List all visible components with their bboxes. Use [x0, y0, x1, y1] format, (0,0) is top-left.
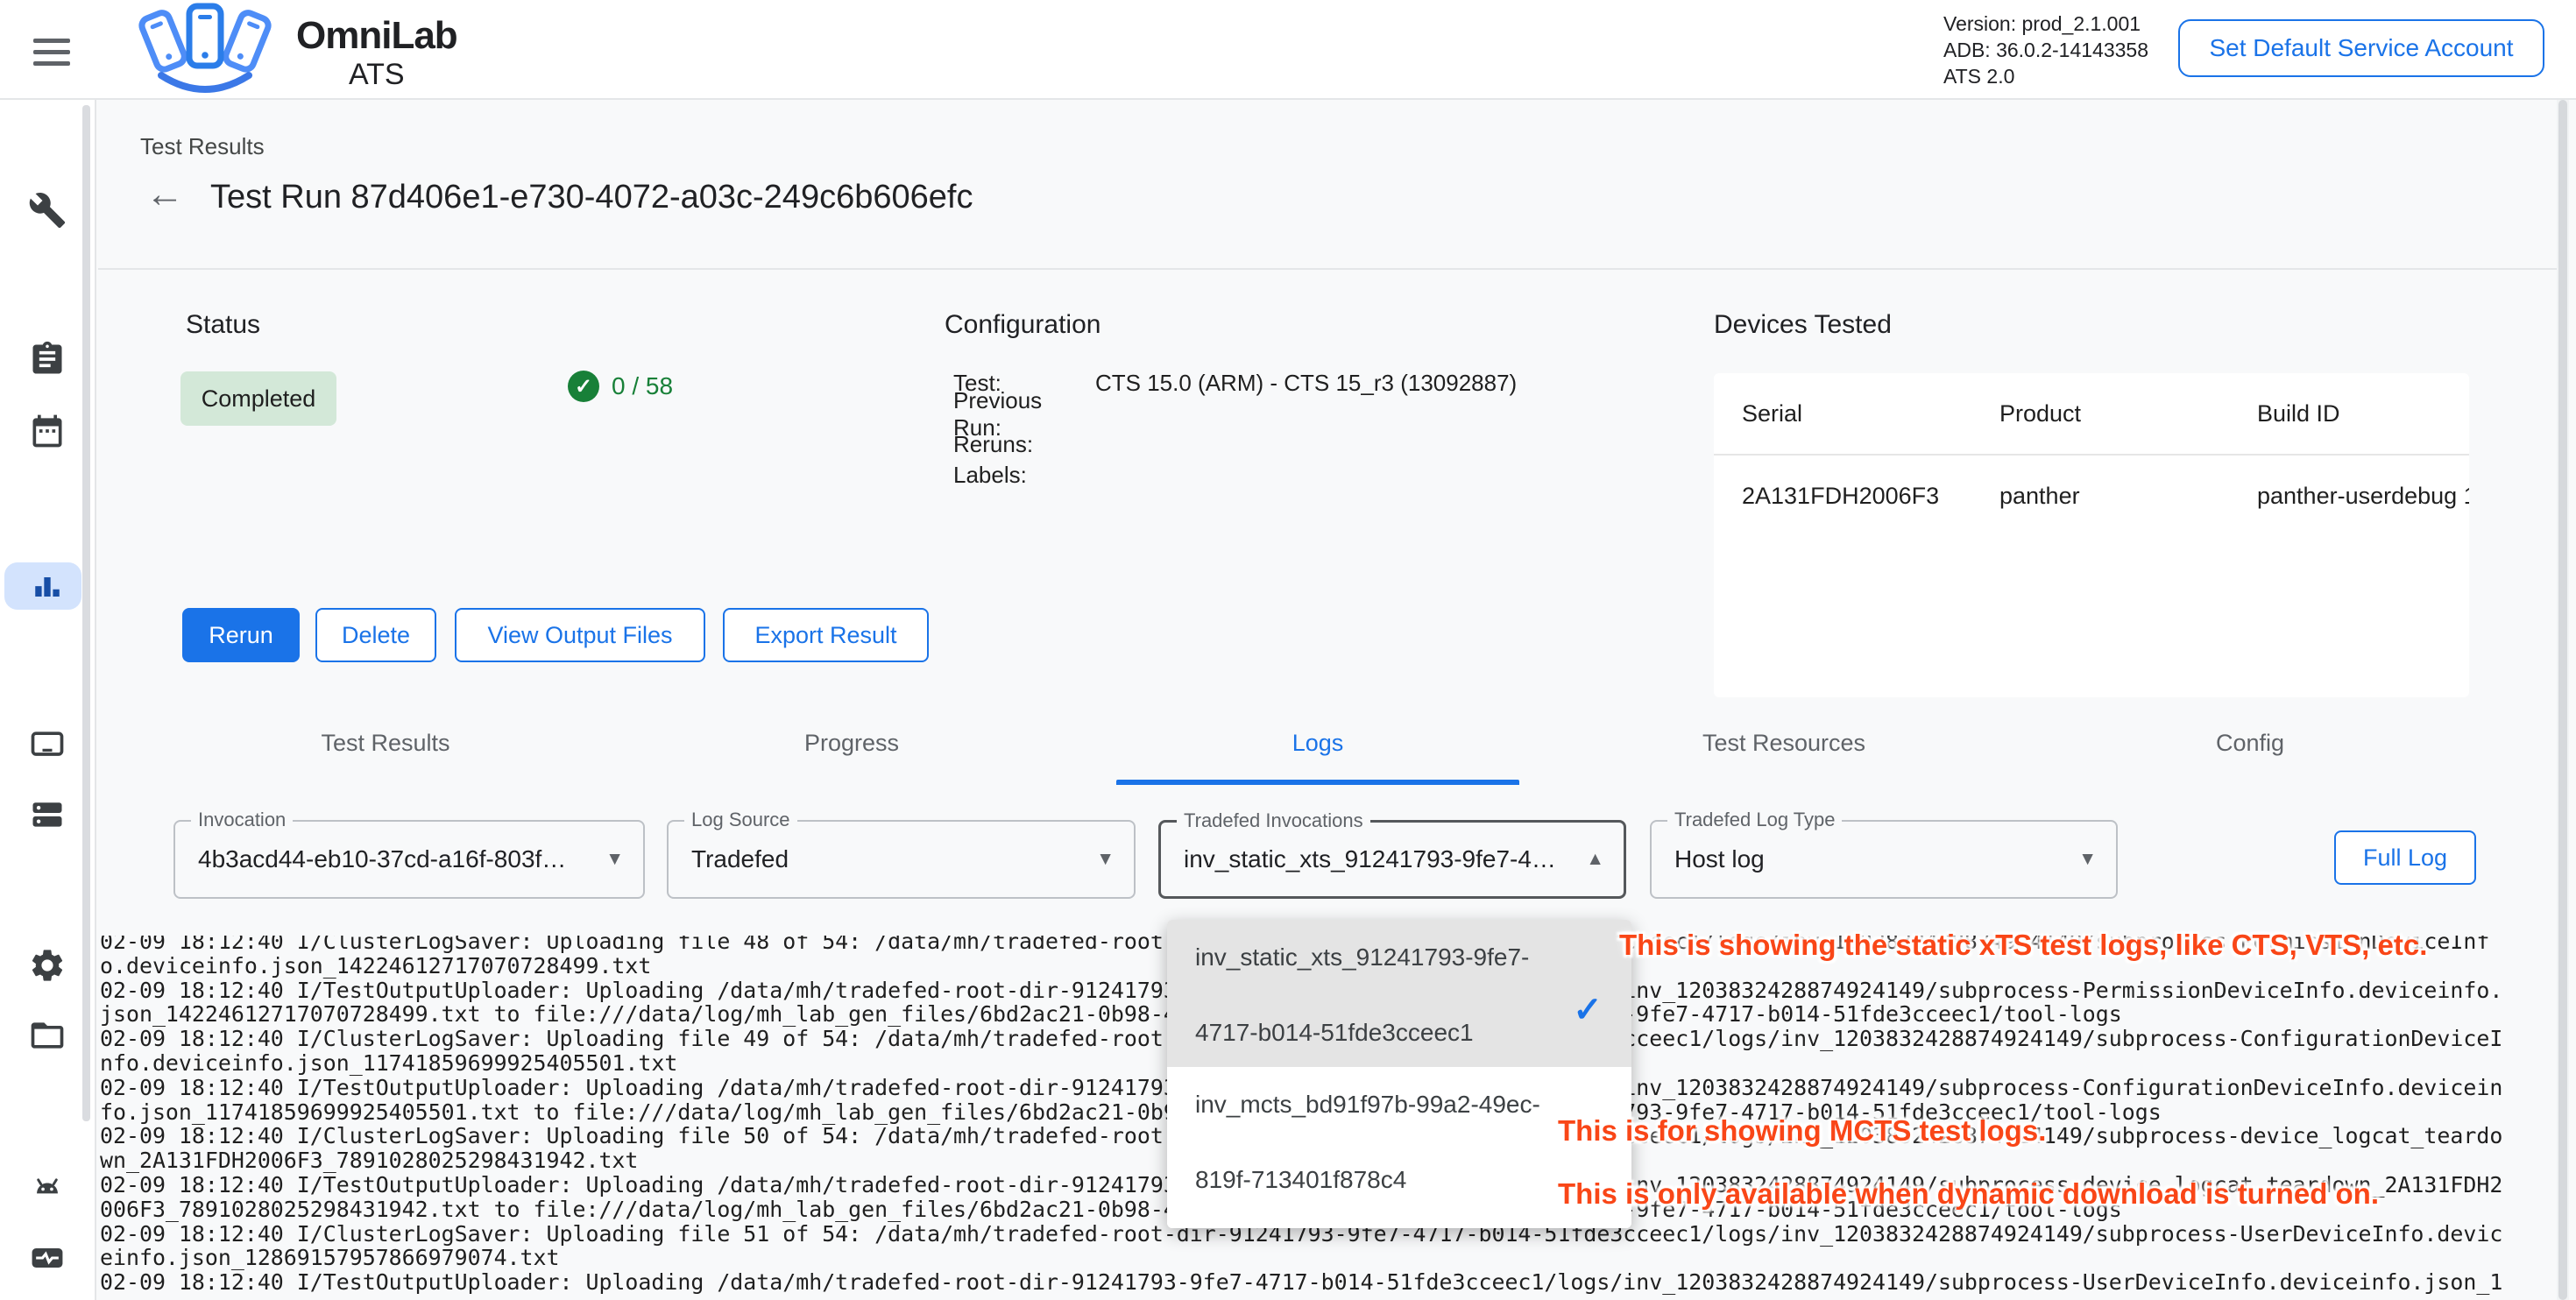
tradefed-invocations-value: inv_static_xts_91241793-9fe7-4… [1184, 823, 1556, 896]
column-header-product: Product [1999, 373, 2254, 454]
gear-icon [28, 973, 67, 988]
sidebar-item-devices[interactable] [28, 725, 67, 764]
devices-table-header: Serial Product Build ID [1714, 373, 2469, 454]
breadcrumb: Test Results [140, 133, 265, 160]
config-row-reruns: Reruns: [953, 429, 1517, 460]
tab-test-results[interactable]: Test Results [152, 701, 619, 785]
check-circle-icon: ✓ [568, 371, 599, 402]
set-default-service-account-button[interactable]: Set Default Service Account [2178, 19, 2544, 77]
log-source-value: Tradefed [691, 822, 789, 897]
tab-bar: Test Results Progress Logs Test Resource… [152, 701, 2483, 785]
tradefed-log-type-select[interactable]: Tradefed Log Type Host log ▼ [1650, 820, 2118, 899]
option-line: 4717-b014-51fde3cceec1 [1195, 995, 1631, 1070]
delete-button[interactable]: Delete [315, 608, 436, 662]
column-header-build-id: Build ID [2257, 373, 2469, 454]
page-scrollbar-thumb[interactable] [2558, 100, 2567, 1300]
android-icon [28, 1196, 67, 1211]
option-line: inv_static_xts_91241793-9fe7- [1195, 920, 1631, 995]
sidebar-item-test-plans[interactable] [28, 340, 67, 378]
annotation-dynamic-download: This is only available when dynamic down… [1558, 1177, 2379, 1211]
column-header-serial: Serial [1742, 373, 1996, 454]
failed-total-count: 0 / 58 [612, 372, 673, 400]
view-output-files-button[interactable]: View Output Files [455, 608, 705, 662]
tradefed-log-type-value: Host log [1674, 822, 1765, 897]
dropdown-option-static-xts[interactable]: inv_static_xts_91241793-9fe7- 4717-b014-… [1167, 920, 1631, 1067]
sidebar-item-test-results[interactable] [28, 568, 67, 606]
sidebar-item-monitoring[interactable] [28, 1239, 67, 1277]
invocation-value: 4b3acd44-eb10-37cd-a16f-803f… [198, 822, 566, 897]
devices-table: Serial Product Build ID 2A131FDH2006F3 p… [1714, 373, 2469, 697]
log-line: einfo.json_12869157957866979074.txt [100, 1246, 2555, 1270]
page-scrollbar[interactable] [2557, 100, 2569, 1300]
tablet-icon [28, 752, 67, 767]
full-log-button[interactable]: Full Log [2334, 830, 2476, 885]
ats-version-line: ATS 2.0 [1943, 63, 2148, 89]
status-badge: Completed [180, 371, 336, 426]
chevron-up-icon: ▲ [1586, 849, 1604, 870]
tab-logs[interactable]: Logs [1085, 701, 1551, 785]
brand-subtitle: ATS [349, 58, 405, 92]
wrench-icon [28, 218, 67, 233]
page-title: Test Run 87d406e1-e730-4072-a03c-249c6b6… [210, 179, 973, 216]
sidebar-item-settings[interactable] [28, 946, 67, 985]
log-source-select[interactable]: Log Source Tradefed ▼ [667, 820, 1136, 899]
sidebar-item-schedule[interactable] [28, 412, 67, 450]
menu-icon[interactable] [33, 39, 70, 66]
active-tab-underline [1116, 780, 1519, 785]
clipboard-icon [28, 367, 67, 382]
device-build-id: panther-userdebug 15 r [2257, 456, 2469, 536]
tab-test-resources[interactable]: Test Resources [1551, 701, 2017, 785]
config-row-previous-run: Previous Run: [953, 399, 1517, 429]
tradefed-invocations-select[interactable]: Tradefed Invocations inv_static_xts_9124… [1158, 820, 1626, 899]
rerun-button[interactable]: Rerun [182, 608, 300, 662]
sidebar-item-hosts[interactable] [28, 795, 67, 834]
selected-check-icon: ✓ [1568, 972, 1607, 1048]
config-value: CTS 15.0 (ARM) - CTS 15_r3 (13092887) [1095, 370, 1517, 397]
config-label: Reruns: [953, 431, 1095, 458]
brand-title: OmniLab [296, 14, 457, 58]
invocation-select[interactable]: Invocation 4b3acd44-eb10-37cd-a16f-803f…… [173, 820, 645, 899]
version-info: Version: prod_2.1.001 ADB: 36.0.2-141433… [1943, 11, 2148, 89]
devices-tested-heading: Devices Tested [1714, 310, 1892, 340]
annotation-static-xts: This is showing the static xTS test logs… [1619, 929, 2427, 962]
sidebar-item-tools[interactable] [28, 191, 67, 230]
folder-icon [28, 1043, 67, 1058]
sidebar-item-file-browser[interactable] [28, 1016, 67, 1055]
back-arrow-icon[interactable]: ← [145, 175, 184, 214]
adb-version-line: ADB: 36.0.2-14143358 [1943, 37, 2148, 63]
omnilab-ats-app: OmniLab ATS Version: prod_2.1.001 ADB: 3… [0, 0, 2576, 1300]
calendar-icon [28, 439, 67, 454]
configuration-heading: Configuration [945, 310, 1100, 340]
version-line: Version: prod_2.1.001 [1943, 11, 2148, 37]
tab-config[interactable]: Config [2017, 701, 2483, 785]
export-result-button[interactable]: Export Result [723, 608, 929, 662]
tab-progress[interactable]: Progress [619, 701, 1085, 785]
configuration-rows: Test: CTS 15.0 (ARM) - CTS 15_r3 (130928… [953, 368, 1517, 491]
table-row[interactable]: 2A131FDH2006F3 panther panther-userdebug… [1714, 456, 2469, 536]
sidebar-item-android[interactable] [28, 1169, 67, 1207]
test-counter: ✓ 0 / 58 [568, 371, 673, 402]
header-divider [98, 268, 2557, 270]
omnilab-logo-icon [128, 2, 282, 99]
bar-chart-icon [28, 595, 67, 610]
chevron-down-icon: ▼ [2078, 849, 2097, 870]
sidebar [0, 100, 96, 1300]
device-serial: 2A131FDH2006F3 [1742, 456, 1996, 536]
monitor-wave-icon [28, 1266, 67, 1281]
config-row-labels: Labels: [953, 460, 1517, 491]
annotation-mcts: This is for showing MCTS test logs. [1558, 1114, 2046, 1148]
config-label: Labels: [953, 462, 1095, 489]
status-heading: Status [186, 310, 260, 340]
tab-logs-label: Logs [1292, 730, 1344, 757]
chevron-down-icon: ▼ [1096, 849, 1115, 870]
sidebar-scrollbar[interactable] [82, 105, 90, 1121]
app-header: OmniLab ATS Version: prod_2.1.001 ADB: 3… [0, 0, 2576, 100]
chevron-down-icon: ▼ [605, 849, 624, 870]
log-line: 02-09 18:12:40 I/TestOutputUploader: Upl… [100, 1270, 2555, 1295]
storage-icon [28, 823, 67, 837]
device-product: panther [1999, 456, 2254, 536]
